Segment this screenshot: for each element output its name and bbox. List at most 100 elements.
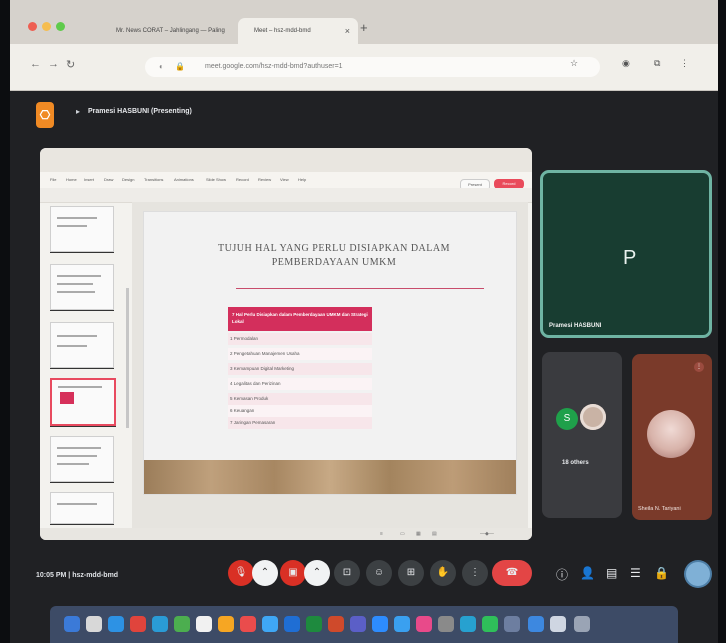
- documents-icon[interactable]: [550, 616, 566, 632]
- whatsapp-icon[interactable]: [482, 616, 498, 632]
- app-store-icon[interactable]: [394, 616, 410, 632]
- menu-draw[interactable]: Draw: [104, 177, 113, 182]
- participant-tile-self[interactable]: P Pramesi HASBUNI: [540, 170, 712, 338]
- preview-icon[interactable]: [504, 616, 520, 632]
- back-icon[interactable]: ←: [30, 58, 41, 70]
- presentation-statusbar: ≡ ▭ ▦ ▤ —◆—: [40, 528, 532, 540]
- word-icon[interactable]: [284, 616, 300, 632]
- presented-window[interactable]: File Home Insert Draw Design Transitions…: [40, 148, 532, 540]
- downloads-icon[interactable]: [528, 616, 544, 632]
- screen: Mr. News CORAT – Jahlingang — Paling Mee…: [10, 0, 718, 643]
- safari-icon[interactable]: [108, 616, 124, 632]
- menu-slide-show[interactable]: Slide Show: [206, 177, 226, 182]
- browser-tab-strip: Mr. News CORAT – Jahlingang — Paling Mee…: [10, 0, 718, 45]
- slide-list-row: 1 Permodalan: [228, 333, 372, 345]
- info-icon[interactable]: ⓘ: [556, 566, 568, 583]
- site-info-icon[interactable]: ◐: [159, 57, 164, 77]
- notes-icon[interactable]: [218, 616, 234, 632]
- maximize-window-button[interactable]: [56, 22, 65, 31]
- slide-thumbnail[interactable]: [50, 206, 114, 252]
- menu-view[interactable]: View: [280, 177, 289, 182]
- excel-icon[interactable]: [306, 616, 322, 632]
- participant-tile-others[interactable]: S 18 others: [542, 352, 622, 518]
- photos-icon[interactable]: [196, 616, 212, 632]
- menu-home[interactable]: Home: [66, 177, 77, 182]
- menu-record[interactable]: Record: [236, 177, 249, 182]
- raise-hand-button[interactable]: ✋: [430, 560, 456, 586]
- telegram-icon[interactable]: [460, 616, 476, 632]
- menu-file[interactable]: File: [50, 177, 56, 182]
- thumbnail-scrollbar[interactable]: [126, 288, 129, 428]
- finder-icon[interactable]: [64, 616, 80, 632]
- normal-view-icon[interactable]: ▭: [400, 531, 405, 537]
- current-slide[interactable]: TUJUH HAL YANG PERLU DISIAPKAN DALAM PEM…: [144, 212, 516, 494]
- browser-tab-news[interactable]: Mr. News CORAT – Jahlingang — Paling: [100, 18, 235, 44]
- wood-banner: [144, 460, 516, 494]
- extensions-icon[interactable]: ⧉: [654, 58, 660, 69]
- emoji-button[interactable]: ☺: [366, 560, 392, 586]
- notes-icon[interactable]: ≡: [380, 531, 383, 537]
- slide-box-header: 7 Hal Perlu Disiapkan dalam Pemberdayaan…: [228, 307, 372, 331]
- messages-icon[interactable]: [152, 616, 168, 632]
- slide-thumbnail[interactable]: [50, 436, 114, 482]
- chrome-icon[interactable]: [130, 616, 146, 632]
- address-bar[interactable]: ◐ 🔒 meet.google.com/hsz-mdd-bmd?authuser…: [145, 57, 600, 77]
- new-tab-button[interactable]: +: [360, 20, 368, 35]
- menu-icon[interactable]: ⋮: [680, 58, 689, 69]
- mail-icon[interactable]: [262, 616, 278, 632]
- zoom-slider[interactable]: —◆—: [480, 531, 494, 537]
- slide-title: TUJUH HAL YANG PERLU DISIAPKAN DALAM PEM…: [184, 242, 484, 270]
- activities-icon[interactable]: ☰: [630, 566, 641, 580]
- dock: [50, 606, 678, 643]
- presentation-titlebar: [40, 148, 532, 172]
- tab-title: Meet – hsz-mdd-bmd: [254, 28, 311, 34]
- reading-view-icon[interactable]: ▤: [432, 531, 437, 537]
- chat-icon[interactable]: ▤: [606, 566, 617, 580]
- lock-host-icon[interactable]: 🔒: [654, 566, 669, 580]
- more-options-button[interactable]: ⋮: [462, 560, 488, 586]
- self-camera-bubble[interactable]: [686, 562, 710, 586]
- menu-insert[interactable]: Insert: [84, 177, 94, 182]
- lock-icon: 🔒: [175, 62, 185, 71]
- calendar-icon[interactable]: [240, 616, 256, 632]
- slide-canvas: TUJUH HAL YANG PERLU DISIAPKAN DALAM PEM…: [132, 202, 528, 528]
- bookmark-icon[interactable]: ☆: [570, 58, 578, 69]
- menu-design[interactable]: Design: [122, 177, 134, 182]
- profile-icon[interactable]: ◉: [622, 58, 630, 69]
- menu-transitions[interactable]: Transitions: [144, 177, 163, 182]
- trash-icon[interactable]: [574, 616, 590, 632]
- captions-button[interactable]: ⊡: [334, 560, 360, 586]
- slide-thumbnail-active[interactable]: [50, 378, 116, 426]
- mic-options-icon[interactable]: ⌃: [252, 560, 278, 586]
- browser-toolbar: ← → ↻ ◐ 🔒 meet.google.com/hsz-mdd-bmd?au…: [10, 44, 718, 91]
- camera-off-button[interactable]: ▣: [280, 560, 306, 586]
- forward-icon[interactable]: →: [48, 58, 59, 70]
- facetime-icon[interactable]: [174, 616, 190, 632]
- present-screen-button[interactable]: ⊞: [398, 560, 424, 586]
- launchpad-icon[interactable]: [86, 616, 102, 632]
- people-icon[interactable]: 👤: [580, 566, 595, 580]
- sorter-view-icon[interactable]: ▦: [416, 531, 421, 537]
- participant-tile-person[interactable]: ⋮ Sheila N. Tariyani: [632, 354, 712, 520]
- powerpoint-icon[interactable]: [328, 616, 344, 632]
- reload-icon[interactable]: ↻: [66, 58, 75, 71]
- browser-tab-meet[interactable]: Meet – hsz-mdd-bmd ×: [238, 18, 358, 44]
- leave-call-button[interactable]: ☎: [492, 560, 532, 586]
- url-text: meet.google.com/hsz-mdd-bmd?authuser=1: [205, 63, 343, 70]
- teams-icon[interactable]: [350, 616, 366, 632]
- zoom-icon[interactable]: [372, 616, 388, 632]
- slide-thumbnail[interactable]: [50, 492, 114, 524]
- minimize-window-button[interactable]: [42, 22, 51, 31]
- close-tab-icon[interactable]: ×: [345, 18, 350, 44]
- close-window-button[interactable]: [28, 22, 37, 31]
- settings-icon[interactable]: [438, 616, 454, 632]
- slide-thumbnail[interactable]: [50, 322, 114, 368]
- slide-thumbnail[interactable]: [50, 264, 114, 310]
- menu-review[interactable]: Review: [258, 177, 271, 182]
- menu-animations[interactable]: Animations: [174, 177, 194, 182]
- mic-off-button[interactable]: 🎙: [228, 560, 254, 586]
- menu-help[interactable]: Help: [298, 177, 306, 182]
- camera-options-icon[interactable]: ⌃: [304, 560, 330, 586]
- music-icon[interactable]: [416, 616, 432, 632]
- tab-title: Mr. News CORAT – Jahlingang — Paling: [116, 28, 225, 34]
